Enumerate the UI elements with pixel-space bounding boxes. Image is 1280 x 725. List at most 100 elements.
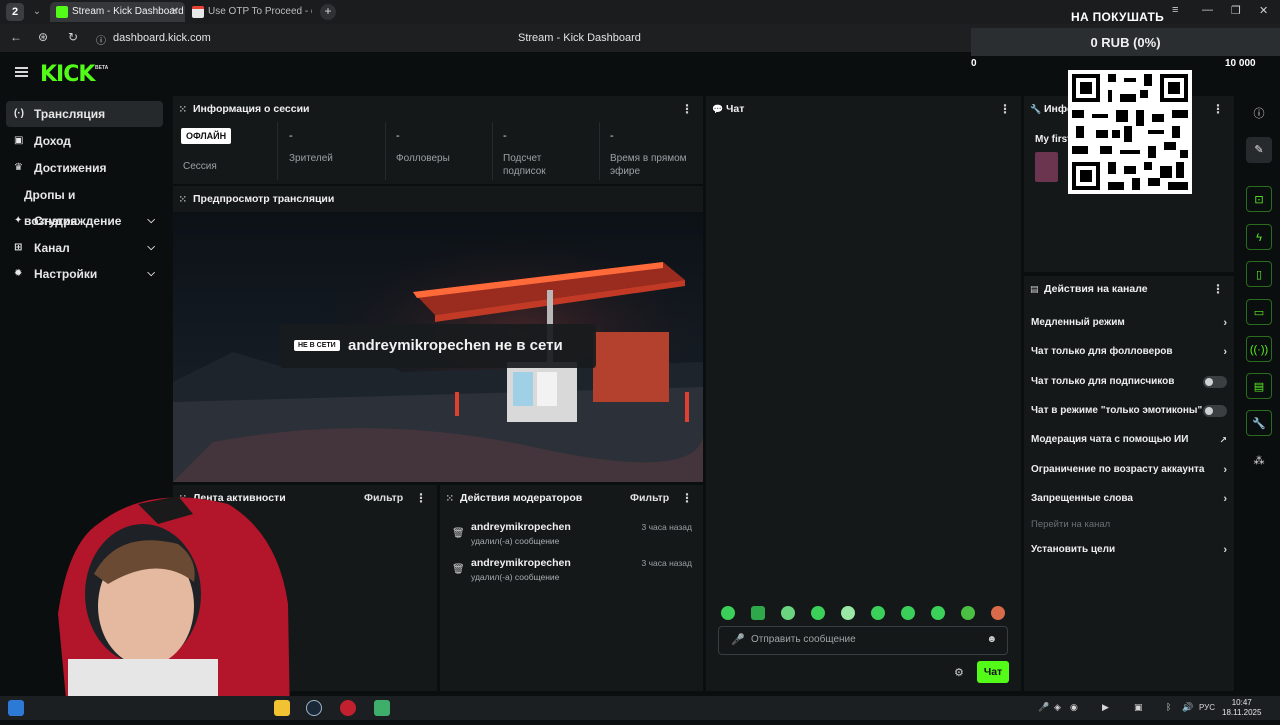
apps-icon[interactable]: ⁂ [1246,448,1272,474]
panel-header: ▤ Действия на канале ⋮ [1024,276,1234,302]
chat-settings-gear-icon[interactable]: ⚙ [954,666,964,679]
emote-only-toggle[interactable] [1203,405,1227,417]
reload-icon[interactable]: ↻ [68,30,78,44]
mod-username[interactable]: andreymikropechen [471,521,571,533]
sidebar-item-label: Настройки [34,267,98,281]
close-tab-icon[interactable]: ✕ [171,2,179,22]
url-field[interactable]: dashboard.kick.com [113,32,211,44]
sidebar-item-income[interactable]: ▣ Доход [6,128,163,154]
emote-icon[interactable] [961,606,975,620]
wrench-icon: 🔧 [1030,104,1042,114]
language-indicator[interactable]: РУС [1199,703,1215,712]
kick-logo[interactable]: KICK [40,62,95,87]
mod-action-row[interactable]: 🗑 andreymikropechen удалил(-а) сообщение… [448,521,696,551]
mod-action-text: удалил(-а) сообщение [471,536,560,546]
system-clock[interactable]: 10:47 18.11.2025 [1222,698,1261,718]
stream-title-text: My first [1035,134,1071,145]
sidebar-item-settings[interactable]: ✹ Настройки ⌵ [6,261,163,287]
go-to-channel-row: Перейти на канал [1031,514,1227,536]
layout-icon[interactable]: ▤ [1246,373,1272,399]
more-options-icon[interactable]: ⋮ [1212,96,1224,122]
new-tab-button[interactable]: + [320,4,336,20]
more-options-icon[interactable]: ⋮ [681,96,693,122]
emote-icon[interactable] [901,606,915,620]
drag-handle-icon[interactable]: ⁙ [179,96,187,122]
goal-amount: 0 RUB (0%) [1090,35,1161,50]
taskbar-app-icon[interactable] [274,700,290,716]
emote-icon[interactable] [991,606,1005,620]
tab-list-chevron-icon[interactable]: ⌄ [30,4,44,20]
set-goals-row[interactable]: Установить цели › [1031,539,1227,561]
more-options-icon[interactable]: ⋮ [999,96,1011,122]
lightning-icon[interactable]: ϟ [1246,224,1272,250]
banned-words-row[interactable]: Запрещенные слова › [1031,488,1227,510]
emoji-picker-icon[interactable]: ☻ [986,634,997,645]
chat-bubble-icon[interactable]: ▭ [1246,299,1272,325]
chevron-right-icon: › [1223,346,1227,358]
mic-tray-icon[interactable]: 🎤 [1038,702,1049,713]
scan-icon[interactable]: ⊡ [1246,186,1272,212]
emote-only-chat-row: Чат в режиме "только эмотиконы" [1031,400,1227,422]
subscribers-only-toggle[interactable] [1203,376,1227,388]
back-arrow-icon[interactable]: ← [10,30,22,44]
drag-handle-icon[interactable]: ⁙ [179,186,187,212]
sidebar-item-studio[interactable]: ✦ Студия ⌵ [6,208,163,234]
mod-action-row[interactable]: 🗑 andreymikropechen удалил(-а) сообщение… [448,557,696,587]
browser-app-icon[interactable] [340,700,356,716]
bluetooth-icon[interactable]: ᛒ [1166,702,1171,712]
mod-filter-button[interactable]: Фильтр [630,485,669,511]
emote-icon[interactable] [751,606,765,620]
chat-message-input[interactable] [751,634,971,645]
volume-icon[interactable]: 🔊 [1182,702,1193,713]
document-icon[interactable]: ▯ [1246,261,1272,287]
info-icon[interactable]: ⓘ [1246,101,1272,127]
emote-icon[interactable] [871,606,885,620]
chevron-down-icon: ⌵ [147,242,155,253]
beta-label: BETA [95,65,109,71]
more-options-icon[interactable]: ⋮ [415,485,427,511]
microphone-icon[interactable]: 🎤 [731,633,745,646]
category-thumbnail[interactable] [1035,152,1058,182]
site-info-icon[interactable]: ⓘ [96,32,106,47]
sidebar-item-channel[interactable]: ⊞ Канал ⌵ [6,235,163,261]
ai-moderation-row[interactable]: Модерация чата с помощью ИИ ↗ [1031,429,1227,451]
sidebar-item-drops[interactable]: Дропы и вознаграждение [6,182,163,228]
emote-icon[interactable] [841,606,855,620]
account-age-row[interactable]: Ограничение по возрасту аккаунта › [1031,459,1227,481]
taskbar-app-icon[interactable] [374,700,390,716]
steam-icon[interactable] [306,700,322,716]
slow-mode-row[interactable]: Медленный режим › [1031,312,1227,334]
windows-start-icon[interactable] [8,700,24,716]
mod-action-time: 3 часа назад [641,558,693,568]
emote-icon[interactable] [811,606,825,620]
sidebar-item-achievements[interactable]: ♛ Достижения [6,155,163,181]
browser-tab-otp[interactable]: Use OTP To Proceed - dev [186,2,312,22]
activity-filter-button[interactable]: Фильтр [364,485,403,511]
offline-notice: НЕ В СЕТИ andreymikropechen не в сети [280,324,596,368]
sidebar-item-broadcast[interactable]: (·) Трансляция [6,101,163,127]
mod-username[interactable]: andreymikropechen [471,557,571,569]
donation-goal-overlay: НА ПОКУШАТЬ 0 RUB (0%) [971,0,1280,56]
tray-app-icon[interactable]: ▶ [1102,702,1109,713]
external-link-icon: ↗ [1219,435,1227,445]
chat-input-box[interactable]: 🎤 ☻ [718,626,1008,655]
drag-handle-icon[interactable]: ⁙ [446,485,454,511]
tray-app-icon[interactable]: ◈ [1054,702,1061,713]
tray-app-icon[interactable]: ▣ [1134,702,1143,713]
emote-icon[interactable] [781,606,795,620]
browser-tab-kick[interactable]: Stream - Kick Dashboard ✕ [50,2,185,22]
edit-pencil-icon[interactable]: ✎ [1246,137,1272,163]
followers-only-chat-row[interactable]: Чат только для фолловеров › [1031,341,1227,363]
tray-app-icon[interactable]: ◉ [1070,702,1078,713]
action-label: Чат только для фолловеров [1031,346,1173,357]
vpn-shield-icon[interactable]: ⊛ [38,30,48,44]
tab-count-badge[interactable]: 2 [6,3,24,21]
broadcast-signal-icon[interactable]: ((·)) [1246,336,1272,362]
more-options-icon[interactable]: ⋮ [681,485,693,511]
emote-icon[interactable] [721,606,735,620]
chat-send-button[interactable]: Чат [977,661,1009,683]
more-options-icon[interactable]: ⋮ [1212,276,1224,302]
menu-hamburger-icon[interactable] [15,67,28,77]
emote-icon[interactable] [931,606,945,620]
wrench-icon[interactable]: 🔧 [1246,410,1272,436]
